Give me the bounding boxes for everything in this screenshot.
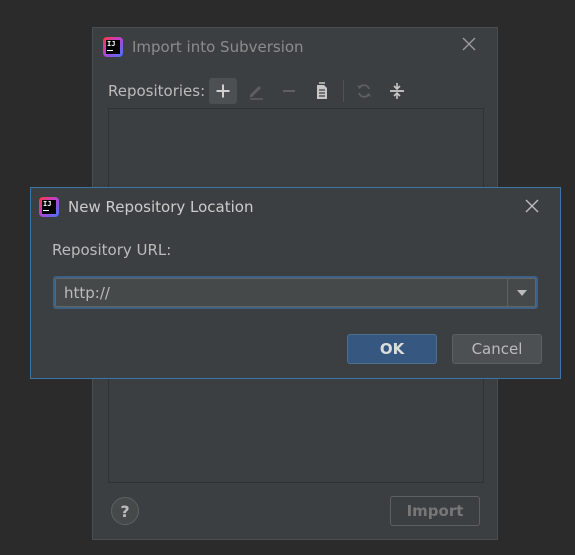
dialog-title: Import into Subversion bbox=[132, 38, 304, 56]
app-icon-label: IJ bbox=[43, 200, 52, 208]
add-icon[interactable] bbox=[209, 78, 238, 104]
cancel-button[interactable]: Cancel bbox=[452, 334, 542, 364]
toolbar-separator bbox=[343, 80, 345, 102]
intellij-idea-icon: IJ bbox=[103, 37, 123, 57]
repository-url-input[interactable] bbox=[55, 278, 507, 307]
import-label: Import bbox=[406, 502, 464, 520]
help-button[interactable]: ? bbox=[111, 497, 139, 525]
ok-label: OK bbox=[379, 340, 405, 358]
remove-icon[interactable] bbox=[275, 78, 303, 104]
new-repository-location-dialog: IJ New Repository Location Repository UR… bbox=[30, 187, 561, 379]
import-button[interactable]: Import bbox=[390, 496, 480, 526]
chevron-down-icon[interactable] bbox=[507, 278, 536, 307]
intellij-idea-icon: IJ bbox=[39, 197, 59, 217]
copy-document-icon[interactable] bbox=[308, 78, 336, 104]
dialog-title: New Repository Location bbox=[68, 198, 254, 216]
repositories-label: Repositories: bbox=[108, 82, 206, 100]
help-label: ? bbox=[120, 501, 130, 521]
close-icon[interactable] bbox=[524, 198, 540, 214]
dialog-titlebar: IJ New Repository Location bbox=[39, 196, 253, 218]
repository-url-label: Repository URL: bbox=[52, 241, 172, 259]
collapse-all-icon[interactable] bbox=[383, 78, 411, 104]
dialog-titlebar: IJ Import into Subversion bbox=[103, 36, 304, 58]
refresh-icon[interactable] bbox=[350, 78, 378, 104]
cancel-label: Cancel bbox=[471, 340, 523, 358]
app-icon-label: IJ bbox=[107, 40, 116, 48]
ok-button[interactable]: OK bbox=[347, 334, 437, 364]
close-icon[interactable] bbox=[461, 36, 477, 52]
repository-url-combobox[interactable] bbox=[53, 276, 538, 309]
repositories-toolbar: Repositories: bbox=[108, 78, 416, 104]
edit-icon[interactable] bbox=[242, 78, 270, 104]
